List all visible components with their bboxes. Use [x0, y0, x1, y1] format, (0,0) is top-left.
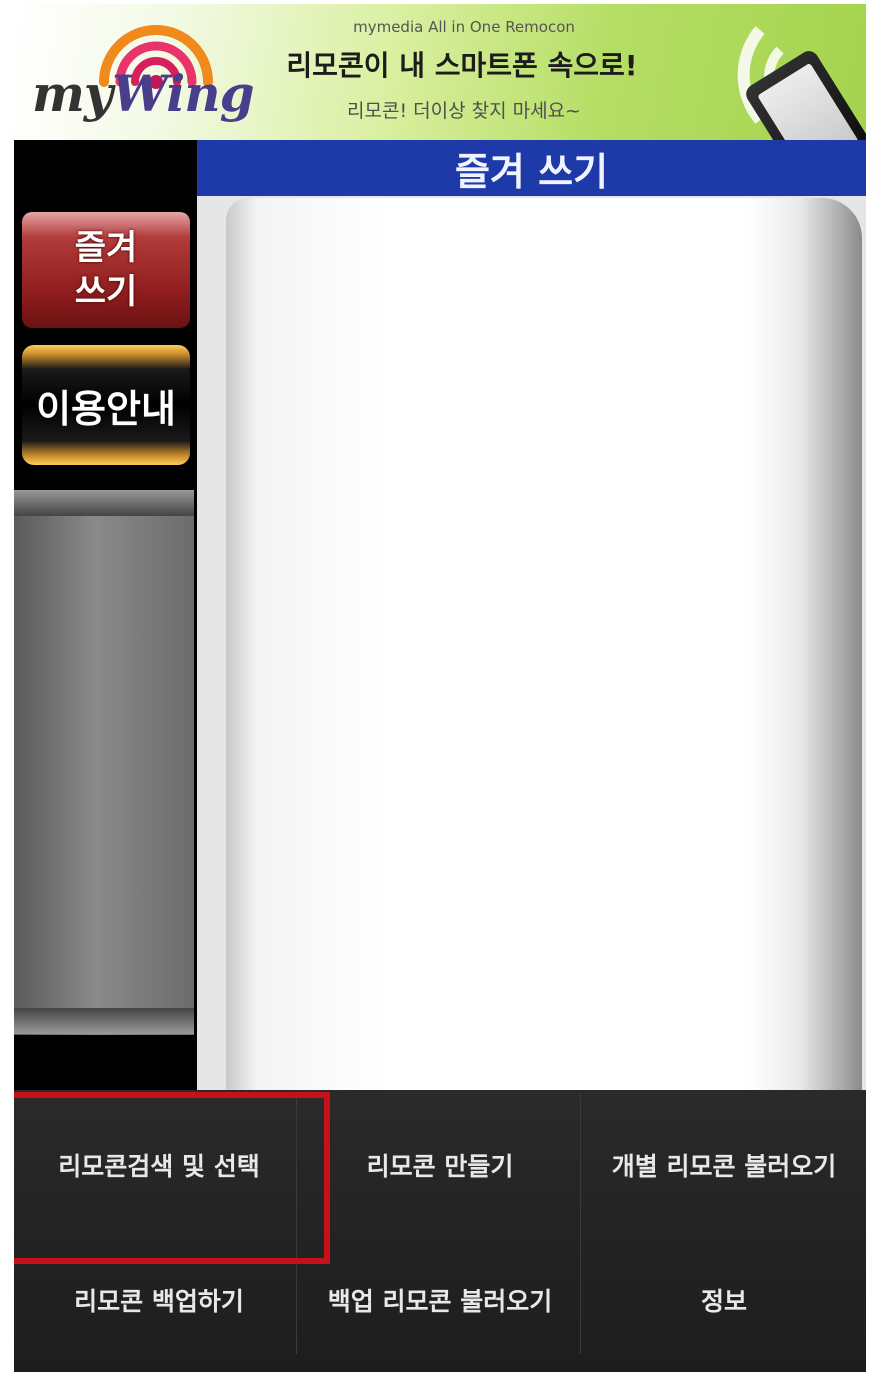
menu-item-load-backup[interactable]: 백업 리모콘 불러오기: [298, 1240, 582, 1360]
ad-banner[interactable]: myWing mymedia All in One Remocon 리모콘이 내…: [14, 4, 866, 193]
banner-subtitle: mymedia All in One Remocon: [353, 18, 575, 36]
menu-item-load-individual[interactable]: 개별 리모콘 불러오기: [582, 1090, 866, 1240]
highlight-box: [14, 1092, 330, 1264]
sidebar-panel-edge: [14, 490, 194, 516]
app-window: myWing mymedia All in One Remocon 리모콘이 내…: [14, 4, 866, 1372]
sidebar: 즐겨 쓰기 이용안내: [14, 140, 194, 1100]
favorites-button[interactable]: 즐겨 쓰기: [22, 212, 190, 328]
content-title: 즐겨 쓰기: [197, 140, 866, 196]
menu-item-info[interactable]: 정보: [582, 1240, 866, 1360]
menu-item-create-remote[interactable]: 리모콘 만들기: [298, 1090, 582, 1240]
banner-headline: 리모콘이 내 스마트폰 속으로!: [286, 49, 638, 82]
mywing-logo: myWing: [32, 12, 272, 136]
logo-wordmark: myWing: [32, 64, 255, 123]
sidebar-empty-panel: [14, 490, 194, 1035]
banner-tagline: 리모콘! 더이상 찾지 마세요~: [347, 100, 581, 122]
favorites-list-panel[interactable]: [226, 198, 862, 1098]
sidebar-panel-edge: [14, 1008, 194, 1034]
guide-button[interactable]: 이용안내: [22, 345, 190, 465]
